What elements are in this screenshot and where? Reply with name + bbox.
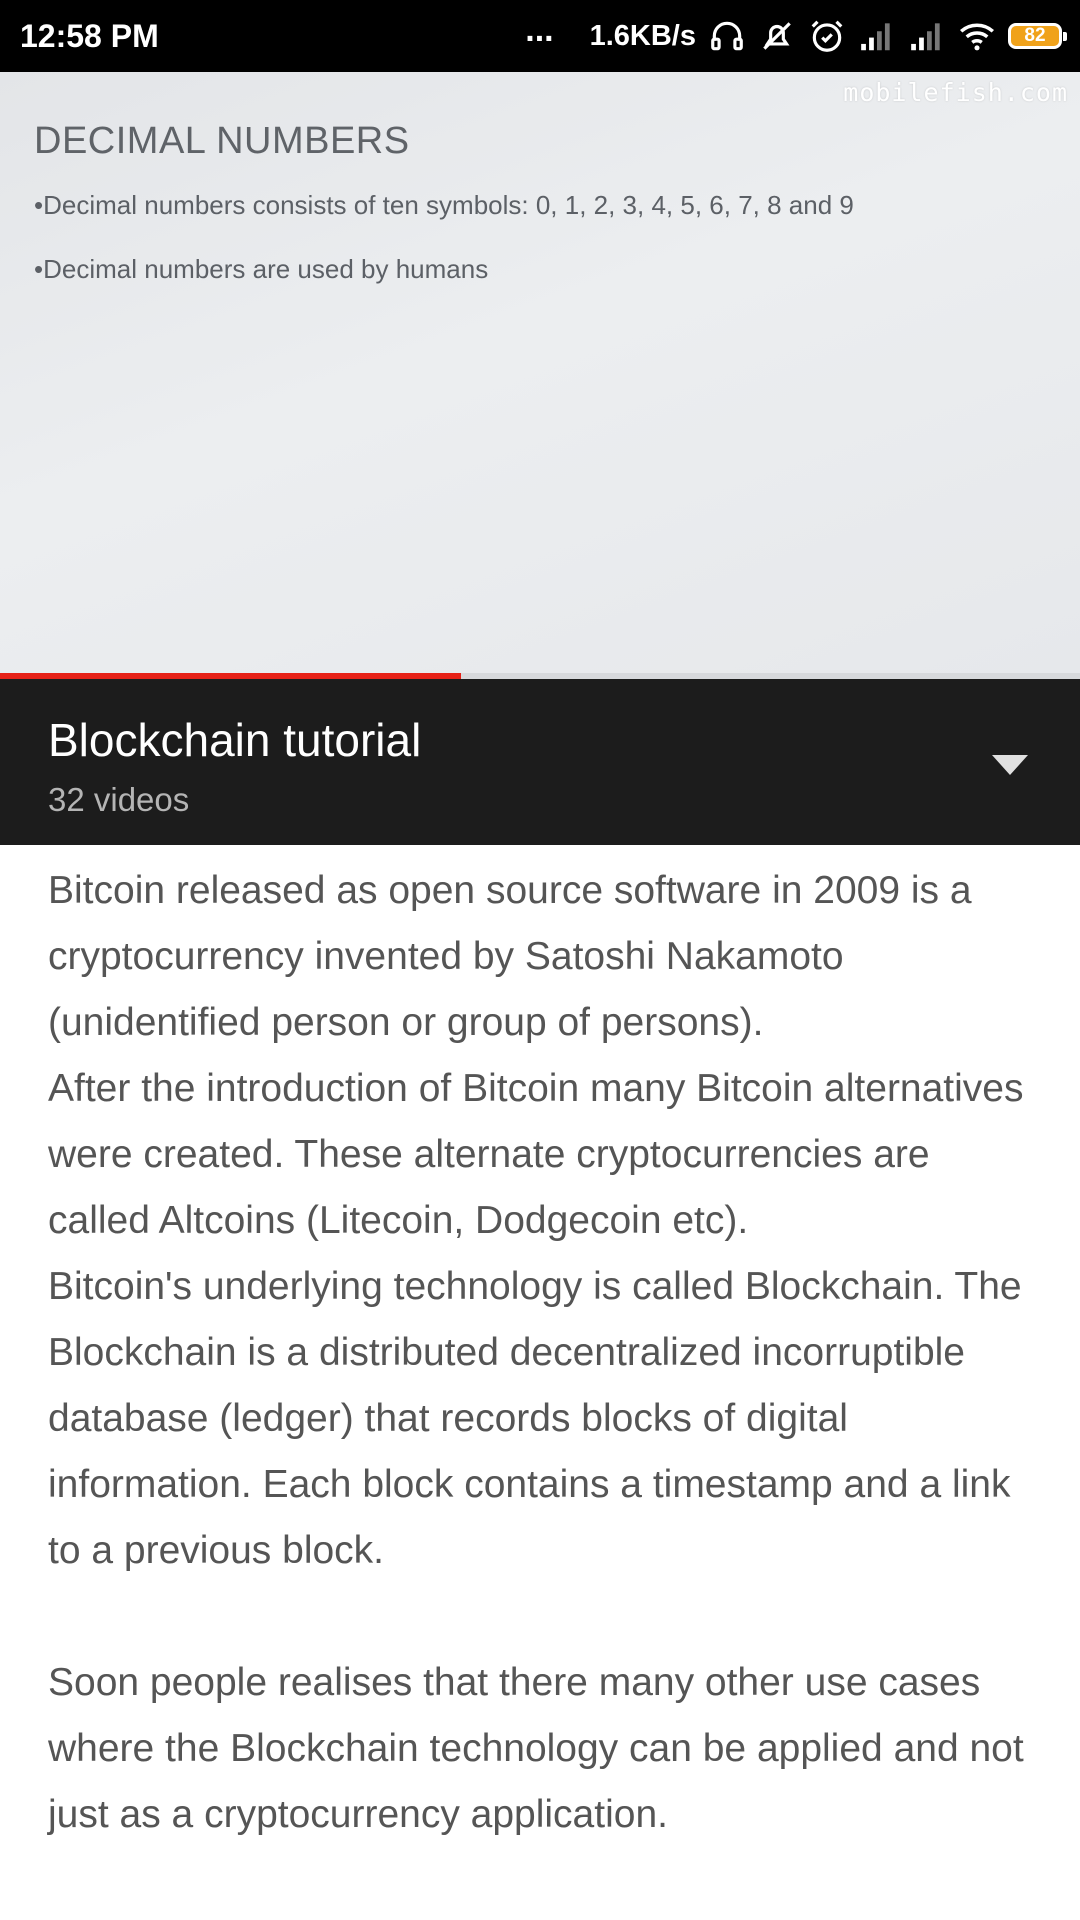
description-paragraph: Soon people realises that there many oth…: [48, 1661, 1024, 1836]
battery-level: 82: [1024, 25, 1046, 46]
slide-bullets: Decimal numbers consists of ten symbols:…: [34, 190, 854, 318]
headset-icon: [711, 21, 743, 51]
description-paragraph: After the introduction of Bitcoin many B…: [48, 1067, 1024, 1242]
signal-icon: [911, 23, 940, 51]
description-paragraph: Bitcoin released as open source software…: [48, 869, 972, 1044]
chevron-down-icon[interactable]: [990, 753, 1030, 777]
slide-bullet: Decimal numbers are used by humans: [34, 254, 854, 285]
alarm-icon: [811, 20, 843, 52]
signal-icon: [861, 23, 890, 51]
notification-dots-icon: ...: [525, 11, 554, 49]
network-speed: 1.6KB/s: [589, 19, 696, 52]
playlist-title: Blockchain tutorial: [48, 714, 422, 766]
mute-icon: [763, 22, 791, 50]
video-description: Bitcoin released as open source software…: [48, 858, 1038, 1848]
status-bar: 12:58 PM ... 1.6KB/s 82: [0, 0, 1080, 72]
status-time: 12:58 PM: [20, 17, 159, 54]
video-watermark: mobilefish.com: [843, 78, 1068, 107]
playlist-header[interactable]: Blockchain tutorial 32 videos: [0, 679, 1080, 845]
playlist-video-count: 32 videos: [48, 781, 190, 818]
battery-icon: 82: [1008, 23, 1067, 49]
slide-bullet: Decimal numbers consists of ten symbols:…: [34, 190, 854, 221]
status-icons: ... 1.6KB/s 82: [525, 13, 1067, 55]
slide-title: DECIMAL NUMBERS: [34, 120, 410, 162]
video-player[interactable]: mobilefish.com DECIMAL NUMBERS Decimal n…: [0, 72, 1080, 679]
description-paragraph: Bitcoin's underlying technology is calle…: [48, 1265, 1022, 1572]
wifi-icon: [960, 23, 994, 51]
